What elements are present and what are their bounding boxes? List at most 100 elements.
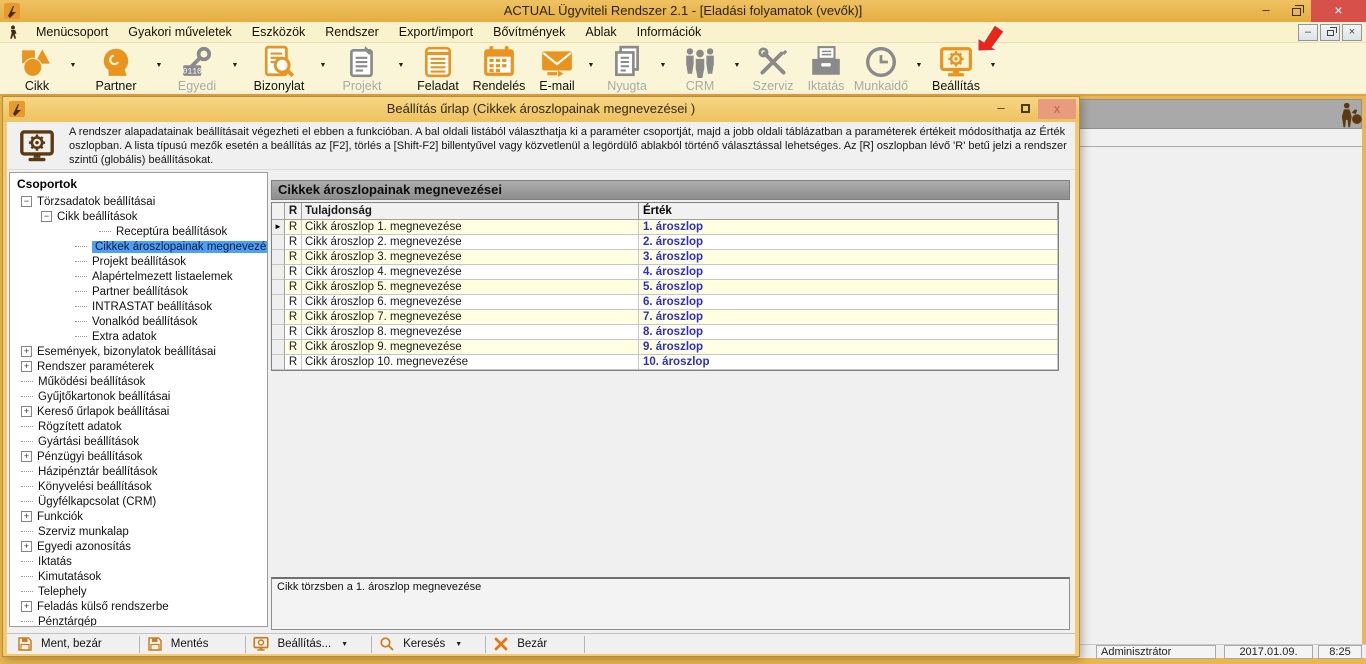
tree-item-15[interactable]: Rögzített adatok	[15, 419, 267, 434]
chevron-down-icon[interactable]: ▼	[394, 62, 408, 69]
tree-item-2[interactable]: Receptúra beállítások	[15, 224, 267, 239]
ribbon-item-bizonylat[interactable]: Bizonylat▼	[242, 44, 330, 94]
expand-icon[interactable]: +	[21, 541, 32, 552]
ribbon-item-iktatas[interactable]: Iktatás	[802, 44, 850, 94]
tree-item-11[interactable]: +Rendszer paraméterek	[15, 359, 267, 374]
tree-item-8[interactable]: Vonalkód beállítások	[15, 314, 267, 329]
menu-item-6[interactable]: Ablak	[575, 22, 626, 43]
collapse-icon[interactable]: −	[21, 196, 32, 207]
tree-item-13[interactable]: Gyűjtőkartonok beállításai	[15, 389, 267, 404]
cell-value[interactable]: 9. ároszlop	[639, 340, 1058, 355]
expand-icon[interactable]: +	[21, 451, 32, 462]
chevron-down-icon[interactable]: ▼	[66, 62, 80, 69]
tree-item-25[interactable]: Kimutatások	[15, 569, 267, 584]
ribbon-item-partner[interactable]: Partner▼	[80, 44, 166, 94]
tree-item-5[interactable]: Alapértelmezett listaelemek	[15, 269, 267, 284]
table-row[interactable]: RCikk ároszlop 9. megnevezése9. ároszlop	[272, 340, 1058, 355]
chevron-down-icon[interactable]: ▼	[656, 62, 670, 69]
expand-icon[interactable]: +	[21, 361, 32, 372]
tree-item-7[interactable]: INTRASTAT beállítások	[15, 299, 267, 314]
expand-icon[interactable]: +	[21, 346, 32, 357]
cell-value[interactable]: 1. ároszlop	[639, 220, 1058, 235]
tree-item-28[interactable]: Pénztárgép	[15, 614, 267, 627]
chevron-down-icon[interactable]: ▼	[584, 62, 598, 69]
cell-value[interactable]: 6. ároszlop	[639, 295, 1058, 310]
table-row[interactable]: RCikk ároszlop 4. megnevezése4. ároszlop	[272, 265, 1058, 280]
table-row[interactable]: RCikk ároszlop 3. megnevezése3. ároszlop	[272, 250, 1058, 265]
tree-item-22[interactable]: Szerviz munkalap	[15, 524, 267, 539]
tree-item-24[interactable]: Iktatás	[15, 554, 267, 569]
tree-item-14[interactable]: +Kereső űrlapok beállításai	[15, 404, 267, 419]
toolbar-button-ment-bezar[interactable]: Ment, bezár	[13, 634, 136, 654]
cell-value[interactable]: 8. ároszlop	[639, 325, 1058, 340]
cell-value[interactable]: 4. ároszlop	[639, 265, 1058, 280]
ribbon-item-rendeles[interactable]: Rendelés	[468, 44, 530, 94]
collapse-icon[interactable]: −	[41, 211, 52, 222]
chevron-down-icon[interactable]: ▼	[152, 62, 166, 69]
table-row[interactable]: RCikk ároszlop 2. megnevezése2. ároszlop	[272, 235, 1058, 250]
table-row[interactable]: RCikk ároszlop 10. megnevezése10. ároszl…	[272, 355, 1058, 370]
ribbon-item-egyedi[interactable]: 0110Egyedi▼	[166, 44, 242, 94]
tree-item-1[interactable]: −Cikk beállítások	[15, 209, 267, 224]
ribbon-item-cikk[interactable]: Cikk▼	[8, 44, 80, 94]
chevron-down-icon[interactable]: ▼	[730, 62, 744, 69]
tree-item-17[interactable]: +Pénzügyi beállítások	[15, 449, 267, 464]
tree-item-26[interactable]: Telephely	[15, 584, 267, 599]
dialog-maximize-button[interactable]	[1014, 99, 1036, 119]
toolbar-button-beallitas[interactable]: Beállítás...▼	[249, 634, 368, 654]
tree-item-10[interactable]: +Események, bizonylatok beállításai	[15, 344, 267, 359]
menu-item-3[interactable]: Rendszer	[315, 22, 389, 43]
ribbon-item-nyugta[interactable]: Nyugta▼	[598, 44, 670, 94]
tree-item-9[interactable]: Extra adatok	[15, 329, 267, 344]
tree-item-19[interactable]: Könyvelési beállítások	[15, 479, 267, 494]
window-close-button[interactable]: ×	[1311, 0, 1366, 22]
ribbon-item-projekt[interactable]: Projekt▼	[330, 44, 408, 94]
cell-value[interactable]: 5. ároszlop	[639, 280, 1058, 295]
tree-item-27[interactable]: +Feladás külső rendszerbe	[15, 599, 267, 614]
tree-item-4[interactable]: Projekt beállítások	[15, 254, 267, 269]
cell-value[interactable]: 7. ároszlop	[639, 310, 1058, 325]
chevron-down-icon[interactable]: ▼	[986, 62, 1000, 69]
tree-item-0[interactable]: −Törzsadatok beállításai	[15, 194, 267, 209]
cell-value[interactable]: 3. ároszlop	[639, 250, 1058, 265]
window-restore-button[interactable]	[1281, 0, 1311, 22]
toolbar-button-kereses[interactable]: Keresés▼	[375, 634, 482, 654]
tree-item-16[interactable]: Gyártási beállítások	[15, 434, 267, 449]
ribbon-item-crm[interactable]: CRM▼	[670, 44, 744, 94]
window-minimize-button[interactable]: –	[1251, 0, 1281, 22]
tree-item-6[interactable]: Partner beállítások	[15, 284, 267, 299]
tree-item-12[interactable]: Működési beállítások	[15, 374, 267, 389]
chevron-down-icon[interactable]: ▼	[455, 641, 472, 648]
table-row[interactable]: RCikk ároszlop 6. megnevezése6. ároszlop	[272, 295, 1058, 310]
dialog-minimize-button[interactable]: –	[990, 99, 1012, 119]
tree-item-23[interactable]: +Egyedi azonosítás	[15, 539, 267, 554]
cell-value[interactable]: 10. ároszlop	[639, 355, 1058, 370]
tree-item-3[interactable]: Cikkek ároszlopainak megnevezései	[15, 239, 267, 254]
table-row[interactable]: RCikk ároszlop 8. megnevezése8. ároszlop	[272, 325, 1058, 340]
expand-icon[interactable]: +	[21, 406, 32, 417]
chevron-down-icon[interactable]: ▼	[912, 62, 926, 69]
ribbon-item-szerviz[interactable]: Szerviz	[744, 44, 802, 94]
expand-icon[interactable]: +	[21, 601, 32, 612]
mdi-minimize-button[interactable]: –	[1298, 24, 1318, 41]
expand-icon[interactable]: +	[21, 511, 32, 522]
chevron-down-icon[interactable]: ▼	[316, 62, 330, 69]
ribbon-item-feladat[interactable]: Feladat	[408, 44, 468, 94]
dialog-close-button[interactable]: x	[1038, 99, 1076, 119]
menu-item-1[interactable]: Gyakori műveletek	[118, 22, 242, 43]
table-row[interactable]: RCikk ároszlop 5. megnevezése5. ároszlop	[272, 280, 1058, 295]
menu-item-5[interactable]: Bővítmények	[483, 22, 575, 43]
mdi-close-button[interactable]: ×	[1342, 24, 1362, 41]
cell-value[interactable]: 2. ároszlop	[639, 235, 1058, 250]
chevron-down-icon[interactable]: ▼	[228, 62, 242, 69]
chevron-down-icon[interactable]: ▼	[341, 641, 358, 648]
menu-item-7[interactable]: Információk	[627, 22, 712, 43]
tree-item-20[interactable]: Ügyfélkapcsolat (CRM)	[15, 494, 267, 509]
tree-item-18[interactable]: Házipénztár beállítások	[15, 464, 267, 479]
toolbar-button-bezar[interactable]: Bezár	[489, 634, 581, 654]
menu-item-4[interactable]: Export/import	[389, 22, 483, 43]
menu-item-0[interactable]: Menücsoport	[26, 22, 118, 43]
table-row[interactable]: ►RCikk ároszlop 1. megnevezése1. ároszlo…	[272, 220, 1058, 235]
mdi-restore-button[interactable]	[1320, 24, 1340, 41]
tree-item-21[interactable]: +Funkciók	[15, 509, 267, 524]
